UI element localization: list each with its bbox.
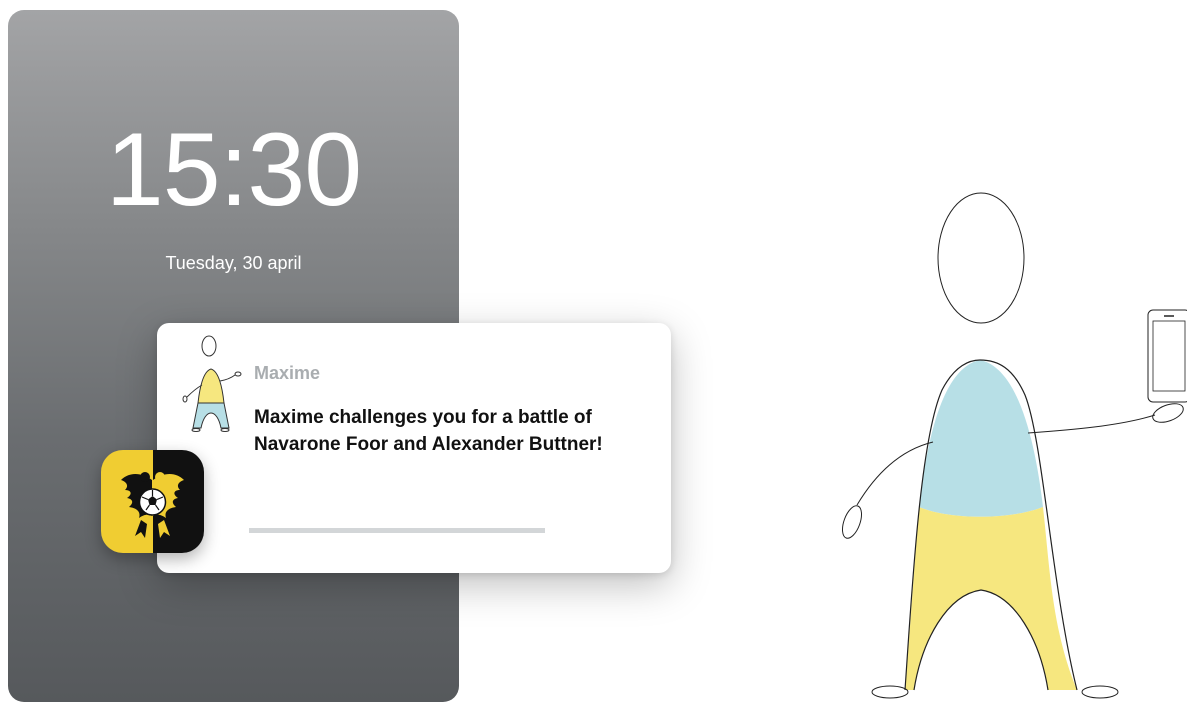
lock-screen-time: 15:30 <box>105 112 362 228</box>
club-crest-icon[interactable] <box>101 450 204 553</box>
lock-screen-date: Tuesday, 30 april <box>165 253 302 273</box>
stick-figure-avatar-icon <box>182 335 242 432</box>
figure-phone <box>1147 309 1187 403</box>
figure-right-hand <box>1152 403 1184 423</box>
figure-left-foot <box>871 685 909 699</box>
notification-card[interactable]: Maxime Maxime challenges you for a battl… <box>157 323 671 573</box>
figure-head <box>937 192 1025 324</box>
notification-progress-fill <box>249 528 545 533</box>
figure-left-hand <box>841 505 863 539</box>
figure-right-arm <box>1027 414 1156 434</box>
notification-sender: Maxime <box>254 363 321 383</box>
person-holding-phone-illustration <box>841 192 1187 699</box>
figure-pants <box>905 507 1077 690</box>
notification-progress-bar <box>249 528 545 533</box>
notification-message: Maxime challenges you for a battle of Na… <box>254 407 603 455</box>
figure-right-foot <box>1081 685 1119 699</box>
figure-shirt <box>919 360 1043 517</box>
